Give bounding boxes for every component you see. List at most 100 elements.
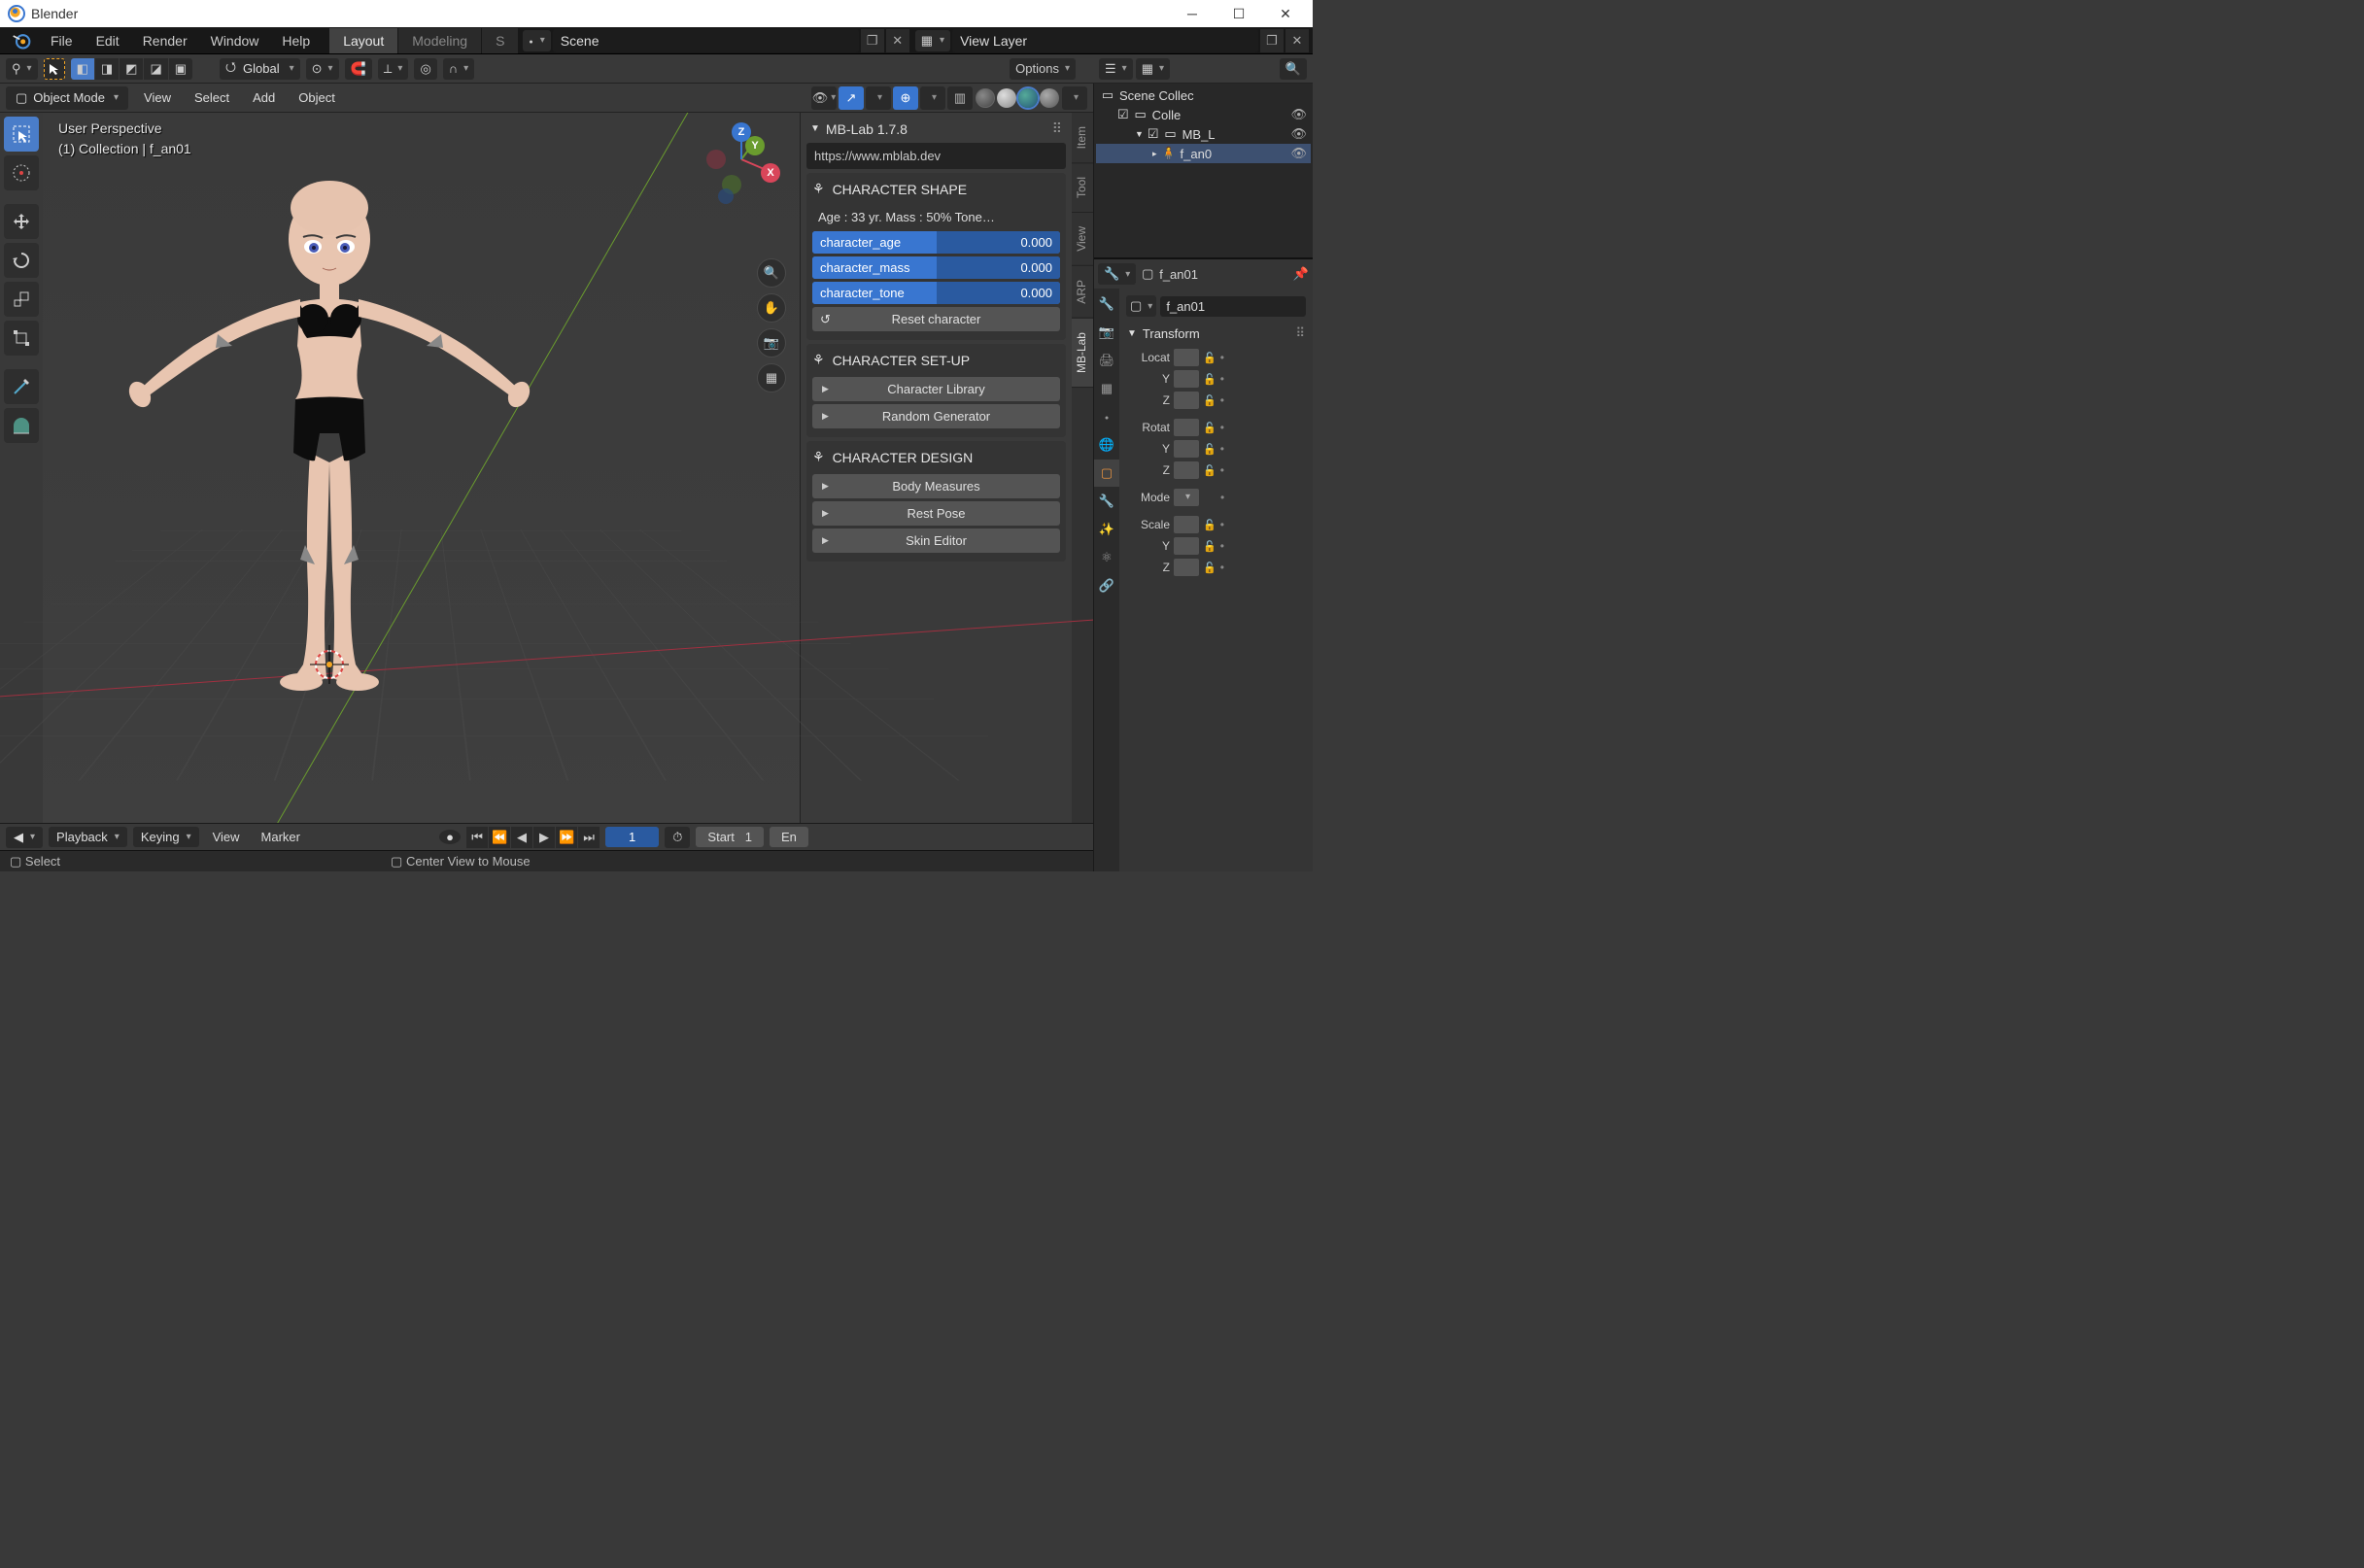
overlay-dropdown[interactable]: ▾ — [920, 86, 945, 110]
gizmo-z[interactable]: Z — [732, 122, 751, 142]
playback-dropdown[interactable]: Playback▾ — [49, 827, 127, 847]
gizmo-dropdown[interactable]: ▾ — [866, 86, 891, 110]
viewport-menu-object[interactable]: Object — [291, 86, 343, 109]
select-intersect-button[interactable]: ◪ — [144, 58, 167, 80]
current-frame-input[interactable]: 1 — [605, 827, 659, 847]
proptab-scene[interactable]: 🞄 — [1094, 403, 1119, 430]
location-y-input[interactable] — [1174, 370, 1199, 388]
shading-solid[interactable] — [997, 88, 1016, 108]
character-library-button[interactable]: ▶Character Library — [812, 377, 1060, 401]
3d-viewport[interactable]: User Perspective (1) Collection | f_an01 — [0, 113, 1093, 823]
viewport-menu-view[interactable]: View — [136, 86, 179, 109]
tab-layout[interactable]: Layout — [329, 28, 398, 53]
menu-help[interactable]: Help — [270, 29, 322, 52]
shading-rendered[interactable] — [1040, 88, 1059, 108]
select-invert-button[interactable]: ▣ — [169, 58, 192, 80]
reset-character-button[interactable]: ↺ Reset character — [812, 307, 1060, 331]
new-scene-button[interactable]: ❐ — [861, 29, 884, 52]
nav-gizmo[interactable]: X Y Z — [702, 120, 780, 198]
snap-toggle[interactable]: 🧲 — [345, 58, 372, 80]
eye-icon[interactable]: 👁 — [1290, 146, 1307, 161]
maximize-button[interactable]: ☐ — [1229, 6, 1249, 22]
visibility-dropdown[interactable]: 👁▾ — [811, 86, 837, 110]
scene-name-input[interactable]: Scene — [553, 29, 859, 52]
viewlayer-browse-dropdown[interactable]: ▦▾ — [915, 30, 950, 51]
minimize-button[interactable]: ─ — [1182, 6, 1202, 22]
snap-dropdown[interactable]: ⟂▾ — [378, 58, 409, 80]
object-data-dropdown[interactable]: ▢▾ — [1126, 295, 1156, 317]
timeline-editor-type[interactable]: ◀▾ — [6, 827, 43, 848]
viewport-menu-add[interactable]: Add — [245, 86, 283, 109]
jump-prev-key-button[interactable]: ⏪ — [489, 827, 510, 848]
menu-render[interactable]: Render — [131, 29, 199, 52]
n-tab-arp[interactable]: ARP — [1072, 266, 1093, 319]
proptab-output[interactable]: 🖨 — [1094, 347, 1119, 374]
scale-z-input[interactable] — [1174, 559, 1199, 576]
options-dropdown[interactable]: Options▾ — [1010, 58, 1076, 80]
pivot-dropdown[interactable]: ⊙▾ — [306, 58, 339, 80]
tab-more[interactable]: S — [482, 28, 519, 53]
outliner-search-icon[interactable]: 🔍 — [1280, 58, 1307, 80]
play-button[interactable]: ▶ — [533, 827, 555, 848]
gizmo-neg-x[interactable] — [706, 150, 726, 169]
proptab-render[interactable]: 📷 — [1094, 319, 1119, 346]
ortho-toggle-button[interactable]: ▦ — [757, 363, 786, 392]
select-new-button[interactable]: ◧ — [71, 58, 94, 80]
proportional-dropdown[interactable]: ∩▾ — [443, 58, 474, 80]
delete-scene-button[interactable]: ✕ — [886, 29, 909, 52]
lock-icon[interactable]: 🔓 — [1203, 352, 1216, 364]
n-tab-item[interactable]: Item — [1072, 113, 1093, 163]
gizmo-x[interactable]: X — [761, 163, 780, 183]
select-tool-icon[interactable] — [44, 58, 65, 80]
proptab-physics[interactable]: ⚛ — [1094, 544, 1119, 571]
menu-file[interactable]: File — [39, 29, 85, 52]
outliner-display-mode[interactable]: ▦▾ — [1136, 58, 1170, 80]
n-tab-tool[interactable]: Tool — [1072, 163, 1093, 213]
xray-toggle[interactable]: ▥ — [947, 86, 973, 110]
proptab-tool[interactable]: 🔧 — [1094, 290, 1119, 318]
rotation-z-input[interactable] — [1174, 461, 1199, 479]
location-z-input[interactable] — [1174, 392, 1199, 409]
shading-matpreview[interactable] — [1018, 88, 1038, 108]
menu-window[interactable]: Window — [199, 29, 271, 52]
keying-dropdown[interactable]: Keying▾ — [133, 827, 199, 847]
tool-rotate[interactable] — [4, 243, 39, 278]
tool-select-box[interactable] — [4, 117, 39, 152]
preview-range-toggle[interactable]: ⏱ — [665, 827, 690, 848]
tab-modeling[interactable]: Modeling — [398, 28, 482, 53]
body-measures-button[interactable]: ▶Body Measures — [812, 474, 1060, 498]
jump-end-button[interactable]: ⏭ — [578, 827, 600, 848]
slider-character-mass[interactable]: character_mass0.000 — [812, 256, 1060, 279]
scene-browse-dropdown[interactable]: 🞄▾ — [523, 30, 550, 51]
pan-button[interactable]: ✋ — [757, 293, 786, 323]
scale-y-input[interactable] — [1174, 537, 1199, 555]
scale-x-input[interactable] — [1174, 516, 1199, 533]
overlay-toggle[interactable]: ⊕ — [893, 86, 918, 110]
tool-measure[interactable] — [4, 408, 39, 443]
slider-character-tone[interactable]: character_tone0.000 — [812, 282, 1060, 304]
mblab-panel-header[interactable]: ▼ MB-Lab 1.7.8 ⠿ — [805, 117, 1068, 141]
proptab-particles[interactable]: ✨ — [1094, 516, 1119, 543]
gizmo-neg-z[interactable] — [718, 188, 734, 204]
location-x-input[interactable] — [1174, 349, 1199, 366]
tool-annotate[interactable] — [4, 369, 39, 404]
outliner-mb-collection[interactable]: ▼ ☑ ▭ MB_L 👁 — [1096, 124, 1311, 144]
select-subtract-button[interactable]: ◩ — [120, 58, 143, 80]
rotation-y-input[interactable] — [1174, 440, 1199, 458]
new-viewlayer-button[interactable]: ❐ — [1260, 29, 1284, 52]
tool-cursor[interactable] — [4, 155, 39, 190]
random-generator-button[interactable]: ▶Random Generator — [812, 404, 1060, 428]
eye-icon[interactable]: 👁 — [1290, 107, 1307, 122]
select-extend-button[interactable]: ◨ — [95, 58, 119, 80]
play-reverse-button[interactable]: ◀ — [511, 827, 532, 848]
n-tab-mblab[interactable]: MB-Lab — [1072, 319, 1093, 388]
n-tab-view[interactable]: View — [1072, 213, 1093, 266]
timeline-marker[interactable]: Marker — [254, 826, 308, 848]
properties-breadcrumb[interactable]: f_an01 — [1159, 267, 1198, 282]
start-frame-input[interactable]: Start 1 — [696, 827, 764, 847]
jump-next-key-button[interactable]: ⏩ — [556, 827, 577, 848]
properties-editor-type[interactable]: 🔧▾ — [1098, 263, 1136, 285]
shading-wireframe[interactable] — [976, 88, 995, 108]
shading-dropdown[interactable]: ▾ — [1062, 86, 1087, 110]
zoom-button[interactable]: 🔍 — [757, 258, 786, 288]
